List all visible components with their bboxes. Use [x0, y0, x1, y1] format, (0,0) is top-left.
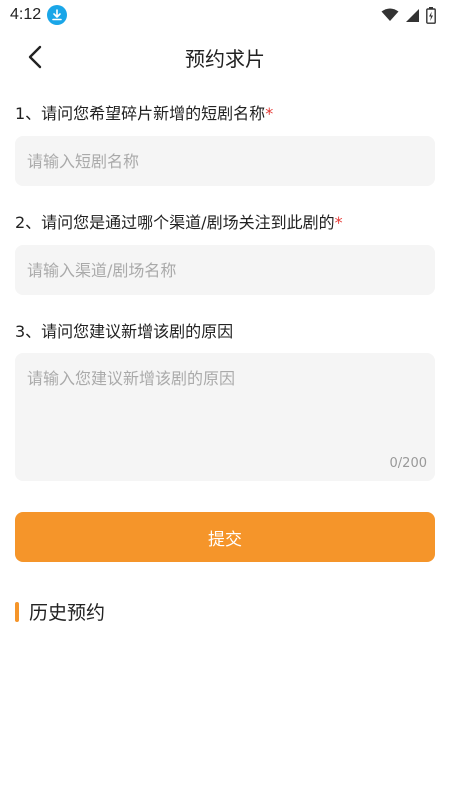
status-bar: 4:12: [0, 0, 450, 30]
question-1-label: 1、请问您希望碎片新增的短剧名称*: [15, 100, 273, 124]
page-title: 预约求片: [185, 46, 265, 71]
question-2-label: 2、请问您是通过哪个渠道/剧场关注到此剧的*: [15, 209, 343, 233]
channel-input[interactable]: [15, 245, 435, 295]
question-3-text: 3、请问您建议新增该剧的原因: [15, 322, 234, 341]
signal-icon: [406, 8, 419, 22]
submit-button[interactable]: 提交: [15, 512, 435, 562]
nav-bar: 预约求片: [0, 34, 450, 80]
history-title: 历史预约: [29, 602, 106, 624]
battery-icon: [426, 6, 436, 24]
drama-name-input[interactable]: [15, 136, 435, 186]
chevron-left-icon: [28, 45, 42, 69]
status-left: 4:12: [10, 5, 68, 25]
section-accent-bar: [15, 601, 19, 622]
required-mark: *: [265, 104, 274, 123]
status-right: [381, 6, 436, 24]
status-time: 4:12: [10, 6, 42, 23]
history-section-header: 历史预约: [15, 598, 105, 625]
question-3-label: 3、请问您建议新增该剧的原因: [15, 318, 233, 342]
reason-textarea-container: 0/200: [15, 353, 435, 481]
download-icon: [47, 5, 68, 25]
back-button[interactable]: [20, 42, 50, 72]
required-mark: *: [334, 213, 343, 232]
reason-textarea[interactable]: [15, 353, 435, 481]
question-1-text: 1、请问您希望碎片新增的短剧名称: [15, 104, 266, 123]
wifi-icon: [381, 8, 399, 21]
question-2-text: 2、请问您是通过哪个渠道/剧场关注到此剧的: [15, 213, 335, 232]
char-counter: 0/200: [389, 456, 427, 471]
